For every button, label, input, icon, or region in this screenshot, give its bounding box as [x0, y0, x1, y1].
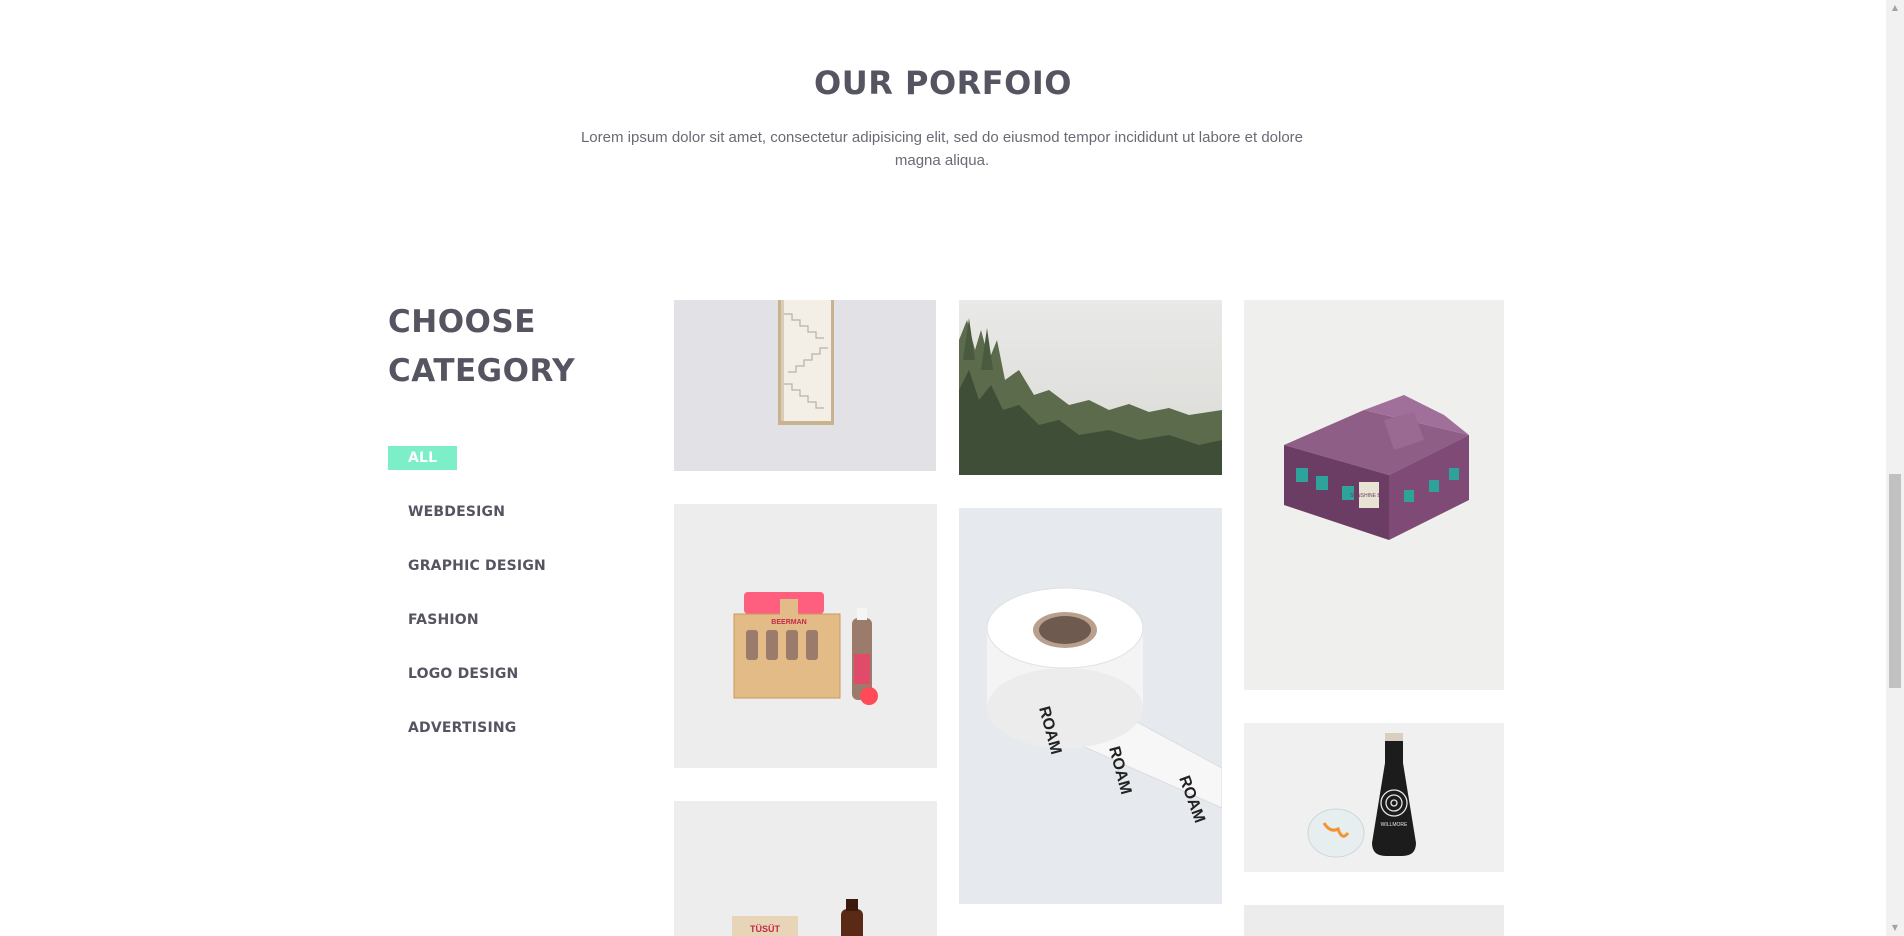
package-image: TÜSÜT [674, 801, 937, 936]
scroll-down-icon[interactable]: ▼ [1886, 920, 1904, 936]
page: OUR PORFOIO Lorem ipsum dolor sit amet, … [0, 0, 1886, 936]
section-title: OUR PORFOIO [0, 64, 1886, 108]
portfolio-item-box[interactable]: SUNSHINE BOX [1244, 300, 1504, 690]
category-graphic-design: GRAPHIC DESIGN [388, 554, 566, 578]
crate-label: BEERMAN [771, 619, 806, 626]
portfolio-item-crate[interactable]: BEERMAN [674, 504, 937, 768]
portfolio-item-forest[interactable] [959, 300, 1222, 475]
portfolio-item-staircase[interactable] [674, 300, 936, 471]
category-filter-fashion[interactable]: FASHION [388, 608, 566, 632]
portfolio-item-bottle[interactable]: WILLMORE [1244, 723, 1504, 872]
staircase-image [674, 300, 936, 471]
vertical-scrollbar[interactable]: ▲ ▼ [1886, 0, 1904, 936]
category-filter-logo-design[interactable]: LOGO DESIGN [388, 662, 566, 686]
sidebar-title: CHOOSE CATEGORY [388, 298, 575, 396]
title-highlight: OUR [814, 64, 894, 108]
category-webdesign: WEBDESIGN [388, 500, 566, 524]
category-list: ALL WEBDESIGN GRAPHIC DESIGN FASHION LOG… [388, 446, 566, 770]
portfolio-item-tape[interactable]: ROAM ROAM ROAM [959, 508, 1222, 904]
category-logo-design: LOGO DESIGN [388, 662, 566, 686]
sidebar-title-line1: CHOOSE [388, 304, 536, 340]
category-all: ALL [388, 446, 566, 500]
title-rest: PORFOIO [893, 64, 1072, 102]
category-filter-all[interactable]: ALL [388, 446, 458, 470]
scrollbar-thumb[interactable] [1889, 474, 1901, 688]
category-advertising: ADVERTISING [388, 716, 566, 740]
forest-image [959, 300, 1222, 475]
tape-image: ROAM ROAM ROAM [959, 508, 1222, 904]
sidebar-title-line2: CATEGORY [388, 353, 576, 389]
scroll-up-icon[interactable]: ▲ [1886, 0, 1904, 16]
category-filter-webdesign[interactable]: WEBDESIGN [388, 500, 566, 524]
box-label: SUNSHINE BOX [1350, 493, 1388, 499]
crate-image: BEERMAN [674, 504, 937, 768]
bottle-label: WILLMORE [1381, 822, 1408, 828]
category-filter-advertising[interactable]: ADVERTISING [388, 716, 566, 740]
box-image: SUNSHINE BOX [1244, 300, 1504, 690]
category-fashion: FASHION [388, 608, 566, 632]
bottle-image: WILLMORE [1244, 723, 1504, 872]
package-label: TÜSÜT [750, 924, 780, 934]
section-description: Lorem ipsum dolor sit amet, consectetur … [580, 129, 1304, 169]
portfolio-item-partial[interactable] [1244, 905, 1504, 936]
portfolio-item-package[interactable]: TÜSÜT [674, 801, 937, 936]
category-filter-graphic-design[interactable]: GRAPHIC DESIGN [388, 554, 566, 578]
